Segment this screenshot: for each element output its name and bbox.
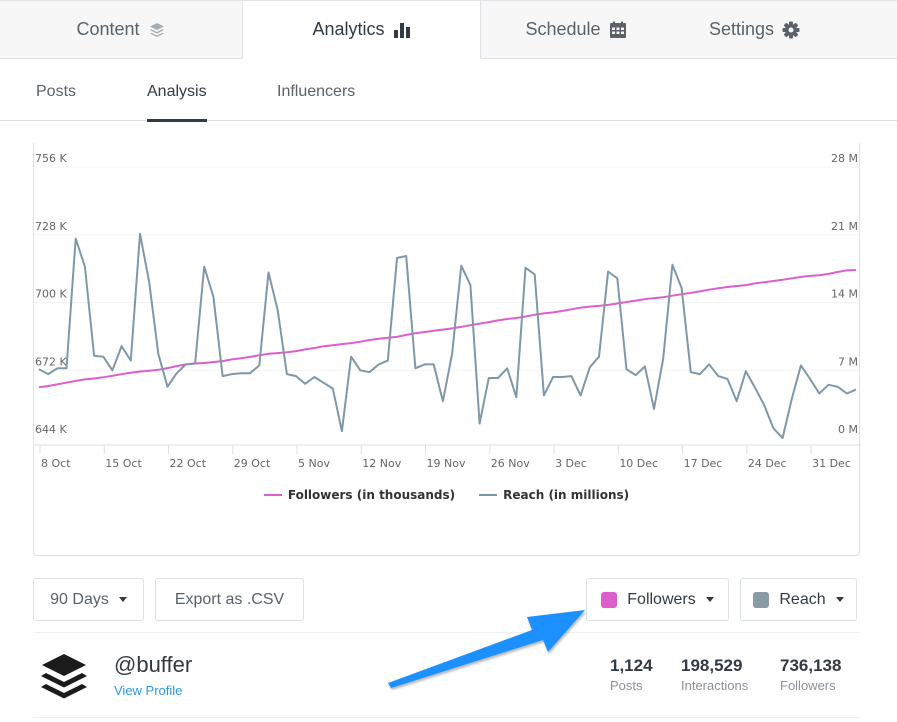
chart-legend: Followers (in thousands) Reach (in milli… [34,488,859,502]
x-tick-label: 15 Oct [105,457,142,470]
legend-item-followers[interactable]: Followers (in thousands) [263,488,456,502]
x-tick-label: 19 Nov [427,457,466,470]
annotation-arrow-icon [388,610,585,688]
layers-icon [148,21,166,39]
y-right-tick-label: 7 M [838,355,858,368]
legend-label: Followers (in thousands) [287,488,456,502]
sub-tabs: Posts Analysis Influencers [0,59,897,122]
x-tick-label: 24 Dec [748,457,787,470]
x-tick-label: 26 Nov [491,457,530,470]
legend-label: Reach (in millions) [503,488,630,502]
x-tick-label: 3 Dec [555,457,587,470]
buffer-logo-icon [36,650,92,700]
caret-down-icon [118,597,127,602]
legend-item-reach[interactable]: Reach (in millions) [479,488,629,502]
stat-value: 198,529 [681,656,743,675]
legend-swatch-followers [263,494,282,496]
tab-label: Settings [709,19,775,39]
x-tick-label: 31 Dec [812,457,851,470]
bar-chart-icon [393,21,411,39]
y-left-tick-label: 672 K [35,355,67,368]
date-range-value: 90 Days [50,590,109,608]
profile-handle: @buffer [114,652,193,677]
stat-interactions: 198,529 Interactions [681,656,748,693]
line-chart: 644 K 0 M 672 K 7 M 700 K 14 M 728 K 21 M 756 K 2… [34,152,861,470]
followers-color-swatch [601,591,618,608]
x-tick-label: 12 Nov [362,457,401,470]
stat-value: 1,124 [610,656,653,675]
y-left-tick-label: 700 K [35,288,67,301]
gear-icon [782,21,800,39]
y-right-tick-label: 0 M [838,423,858,436]
followers-series-label: Followers [627,590,696,608]
tab-schedule[interactable]: Schedule [481,0,671,59]
stat-label: Interactions [681,678,749,693]
x-tick-label: 17 Dec [684,457,723,470]
stat-label: Followers [780,678,836,693]
reach-series-dropdown[interactable]: Reach [740,578,857,621]
y-left-tick-label: 644 K [35,423,67,436]
legend-swatch-reach [479,494,498,496]
x-tick-label: 22 Oct [170,457,207,470]
x-tick-label: 5 Nov [298,457,330,470]
view-profile-link[interactable]: View Profile [114,683,182,698]
followers-series-dropdown[interactable]: Followers [586,578,729,621]
export-csv-button[interactable]: Export as .CSV [155,578,304,621]
x-tick-label: 8 Oct [41,457,71,470]
sub-tab-influencers[interactable]: Influencers [277,59,355,121]
stat-followers: 736,138 Followers [780,656,841,693]
main-tabs: Content Analytics Schedule Settings [0,0,897,59]
tab-content[interactable]: Content [0,0,242,59]
y-right-tick-label: 14 M [831,288,858,301]
y-left-tick-label: 756 K [35,152,67,165]
stat-posts: 1,124 Posts [610,656,653,693]
sub-tab-posts[interactable]: Posts [36,59,76,121]
tab-analytics[interactable]: Analytics [242,0,481,59]
sub-tab-analysis[interactable]: Analysis [147,59,207,122]
x-tick-label: 10 Dec [619,457,658,470]
y-left-tick-label: 728 K [35,220,67,233]
caret-down-icon [705,597,714,602]
divider [33,717,860,718]
tab-label: Content [76,19,140,39]
reach-color-swatch [753,591,770,608]
stat-value: 736,138 [780,656,842,675]
reach-line [38,232,857,439]
date-range-dropdown[interactable]: 90 Days [33,578,144,621]
tab-label: Schedule [525,19,601,39]
stat-label: Posts [610,678,643,693]
caret-down-icon [835,597,844,602]
x-tick-label: 29 Oct [234,457,271,470]
tab-settings[interactable]: Settings [671,0,897,59]
y-right-tick-label: 28 M [831,152,858,165]
chart-panel: 644 K 0 M 672 K 7 M 700 K 14 M 728 K 21 M 756 K 2… [33,143,861,556]
y-right-tick-label: 21 M [831,220,858,233]
reach-series-label: Reach [779,590,826,608]
followers-line [38,269,857,389]
tab-label: Analytics [312,19,385,39]
calendar-icon [609,21,627,39]
